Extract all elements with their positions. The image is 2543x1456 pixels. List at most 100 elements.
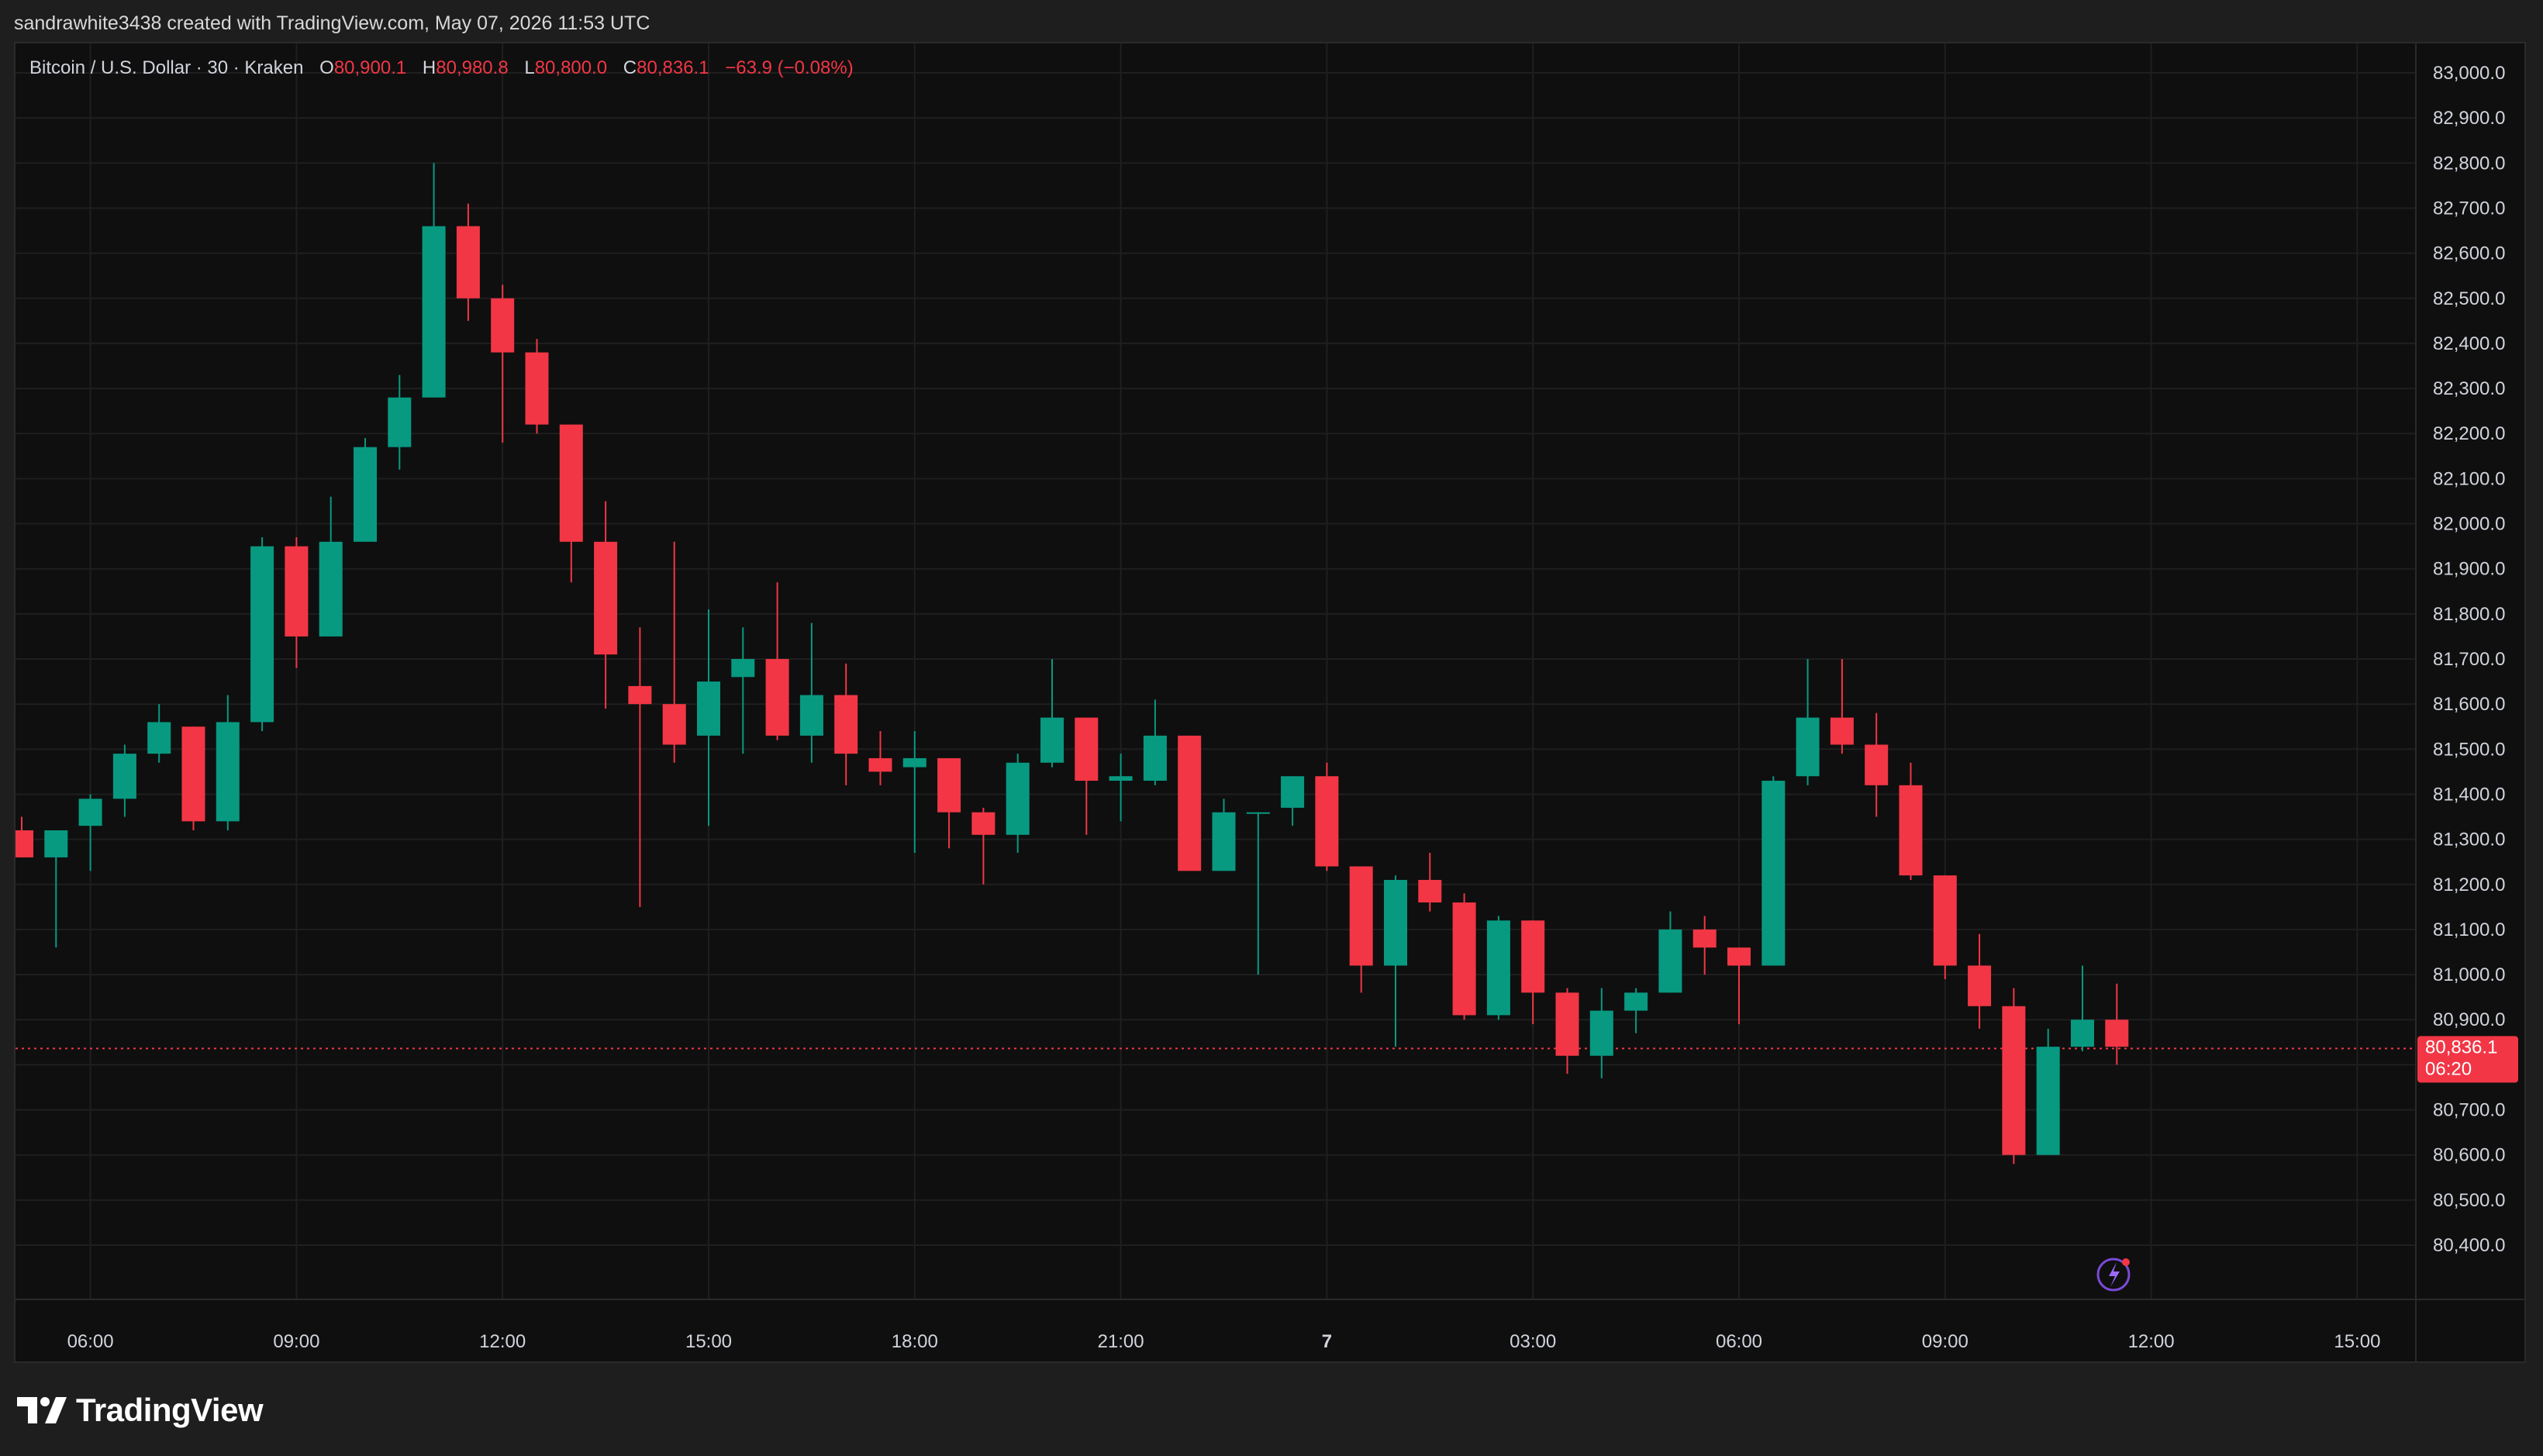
candles — [16, 163, 2129, 1164]
price-tick-label: 81,500.0 — [2433, 739, 2505, 760]
price-tick-label: 82,800.0 — [2433, 153, 2505, 174]
candle-body — [1212, 812, 1236, 871]
candle-body — [1761, 781, 1786, 966]
candle-body — [44, 830, 68, 857]
time-tick-label: 21:00 — [1098, 1331, 1144, 1352]
time-tick-label: 12:00 — [479, 1331, 526, 1352]
candle-body — [834, 695, 858, 754]
candle-body — [181, 726, 205, 822]
legend-symbol: Bitcoin / U.S. Dollar · 30 · Kraken — [29, 57, 304, 78]
candle-body — [216, 722, 240, 822]
tradingview-logo-icon — [17, 1397, 67, 1423]
legend-open-value: 80,900.1 — [333, 57, 407, 78]
candlestick-chart[interactable]: 83,000.0 82,900.0 82,800.0 82,700.0 82,600.0… — [16, 43, 2524, 1361]
price-tick-label: 82,100.0 — [2433, 468, 2505, 489]
candle-body — [1865, 744, 1889, 785]
candle-body — [697, 681, 720, 736]
candle-body — [354, 447, 377, 542]
price-tick-label: 82,700.0 — [2433, 198, 2505, 219]
candle-body — [1384, 879, 1407, 966]
candle-body — [525, 352, 549, 425]
legend-close-value: 80,836.1 — [637, 57, 709, 78]
time-axis[interactable]: 06:00 09:00 12:00 15:00 18:00 21:00 7 03:00 06:0… — [67, 1331, 2381, 1352]
candle-body — [1418, 879, 1442, 903]
candle-body — [1658, 929, 1682, 993]
candle-body — [2071, 1020, 2094, 1047]
candle-body — [1968, 965, 1992, 1006]
candle-body — [1178, 735, 1202, 871]
price-tag: 80,836.1 06:20 — [2417, 1036, 2518, 1083]
candle-body — [1040, 717, 1064, 763]
candle-body — [1006, 762, 1030, 835]
price-tick-label: 82,400.0 — [2433, 333, 2505, 354]
candle-body — [16, 830, 33, 857]
candle-body — [147, 722, 171, 754]
price-tick-label: 81,200.0 — [2433, 875, 2505, 895]
footer: TradingView — [0, 1363, 2543, 1456]
legend-low-label: L — [524, 57, 535, 78]
candle-body — [1349, 866, 1373, 966]
candle-body — [1555, 992, 1579, 1056]
candle-body — [1452, 902, 1476, 1016]
price-tag-value: 80,836.1 — [2425, 1037, 2497, 1057]
candle-body — [937, 757, 961, 813]
candle-body — [902, 757, 926, 768]
candle-body — [1624, 992, 1648, 1011]
time-tick-label: 12:00 — [2128, 1331, 2175, 1352]
candle-body — [2036, 1047, 2060, 1155]
candle-body — [1315, 776, 1339, 867]
price-tick-label: 82,200.0 — [2433, 423, 2505, 444]
price-tick-label: 82,500.0 — [2433, 288, 2505, 309]
tradingview-logo[interactable]: TradingView — [17, 1391, 264, 1430]
candle-body — [2002, 1006, 2026, 1155]
price-tick-label: 81,600.0 — [2433, 694, 2505, 715]
candle-body — [319, 541, 343, 637]
legend-close-label: C — [623, 57, 637, 78]
legend-high-label: H — [422, 57, 436, 78]
price-tick-label: 80,700.0 — [2433, 1100, 2505, 1121]
legend-low-value: 80,800.0 — [534, 57, 608, 78]
candle-body — [662, 704, 686, 745]
time-tick-label: 06:00 — [67, 1331, 114, 1352]
candle-body — [1246, 812, 1270, 814]
candle-body — [1075, 717, 1099, 781]
price-tick-label: 82,300.0 — [2433, 378, 2505, 399]
chart-attribution: sandrawhite3438 created with TradingView… — [0, 0, 2543, 42]
candle-body — [1933, 875, 1957, 966]
candle-body — [1830, 717, 1854, 745]
price-tick-label: 80,500.0 — [2433, 1190, 2505, 1211]
candle-body — [112, 754, 136, 799]
time-tick-label: 09:00 — [273, 1331, 319, 1352]
legend-open-label: O — [319, 57, 334, 78]
brand-name: TradingView — [76, 1392, 264, 1428]
candle-body — [491, 298, 515, 353]
time-tick-label: 18:00 — [892, 1331, 938, 1352]
time-tick-label: 15:00 — [2334, 1331, 2380, 1352]
candle-body — [285, 546, 309, 637]
candle-body — [1899, 785, 1923, 876]
candle-body — [765, 659, 789, 736]
candle-body — [250, 546, 274, 723]
candle-body — [1692, 929, 1717, 948]
candle-body — [971, 812, 995, 835]
time-tick-label: 06:00 — [1716, 1331, 1762, 1352]
candle-body — [1521, 920, 1545, 993]
price-tick-label: 80,900.0 — [2433, 1009, 2505, 1030]
time-tick-label: 03:00 — [1510, 1331, 1556, 1352]
candle-body — [628, 685, 652, 705]
candle-body — [1796, 717, 1820, 777]
price-tick-label: 82,600.0 — [2433, 243, 2505, 264]
candle-body — [422, 226, 446, 398]
candle-body — [868, 757, 892, 772]
time-tick-label: 7 — [1322, 1331, 1332, 1352]
candle-body — [78, 799, 102, 826]
price-tick-label: 82,000.0 — [2433, 514, 2505, 535]
candle-body — [731, 659, 755, 678]
price-tick-label: 81,000.0 — [2433, 964, 2505, 985]
price-tick-label: 81,300.0 — [2433, 830, 2505, 850]
lightning-icon[interactable] — [2096, 1258, 2131, 1292]
chart-frame[interactable]: 83,000.0 82,900.0 82,800.0 82,700.0 82,600.0… — [14, 42, 2526, 1363]
price-tick-label: 81,100.0 — [2433, 919, 2505, 940]
price-tick-label: 82,900.0 — [2433, 108, 2505, 129]
candle-body — [388, 397, 412, 447]
